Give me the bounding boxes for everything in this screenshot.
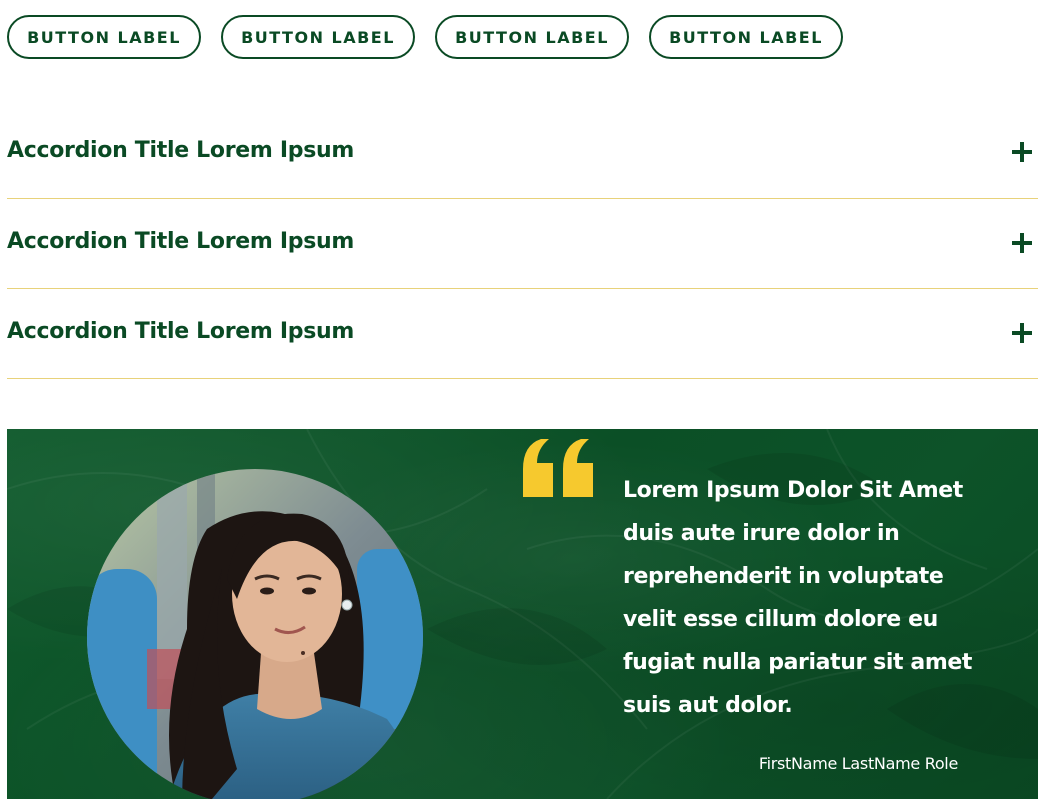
button-3[interactable]: BUTTON LABEL [435,15,629,59]
button-row: BUTTON LABEL BUTTON LABEL BUTTON LABEL B… [7,15,843,59]
accordion-item[interactable]: Accordion Title Lorem Ipsum [7,289,1038,379]
button-2[interactable]: BUTTON LABEL [221,15,415,59]
plus-icon[interactable] [1012,323,1032,343]
accordion-title: Accordion Title Lorem Ipsum [7,138,354,163]
testimonial-block: Lorem Ipsum Dolor Sit Amet duis aute iru… [7,429,1038,799]
accordion-title: Accordion Title Lorem Ipsum [7,229,354,254]
quote-text: Lorem Ipsum Dolor Sit Amet duis aute iru… [623,478,972,718]
quote-mark-icon [523,439,593,497]
quote-attribution: FirstName LastName Role [758,754,958,773]
accordion: Accordion Title Lorem Ipsum Accordion Ti… [7,108,1038,379]
accordion-item[interactable]: Accordion Title Lorem Ipsum [7,199,1038,289]
button-4[interactable]: BUTTON LABEL [649,15,843,59]
page: BUTTON LABEL BUTTON LABEL BUTTON LABEL B… [0,0,1046,799]
plus-icon[interactable] [1012,233,1032,253]
accordion-item[interactable]: Accordion Title Lorem Ipsum [7,108,1038,199]
button-1[interactable]: BUTTON LABEL [7,15,201,59]
plus-icon[interactable] [1012,142,1032,162]
person-portrait [87,469,423,799]
accordion-title: Accordion Title Lorem Ipsum [7,319,354,344]
